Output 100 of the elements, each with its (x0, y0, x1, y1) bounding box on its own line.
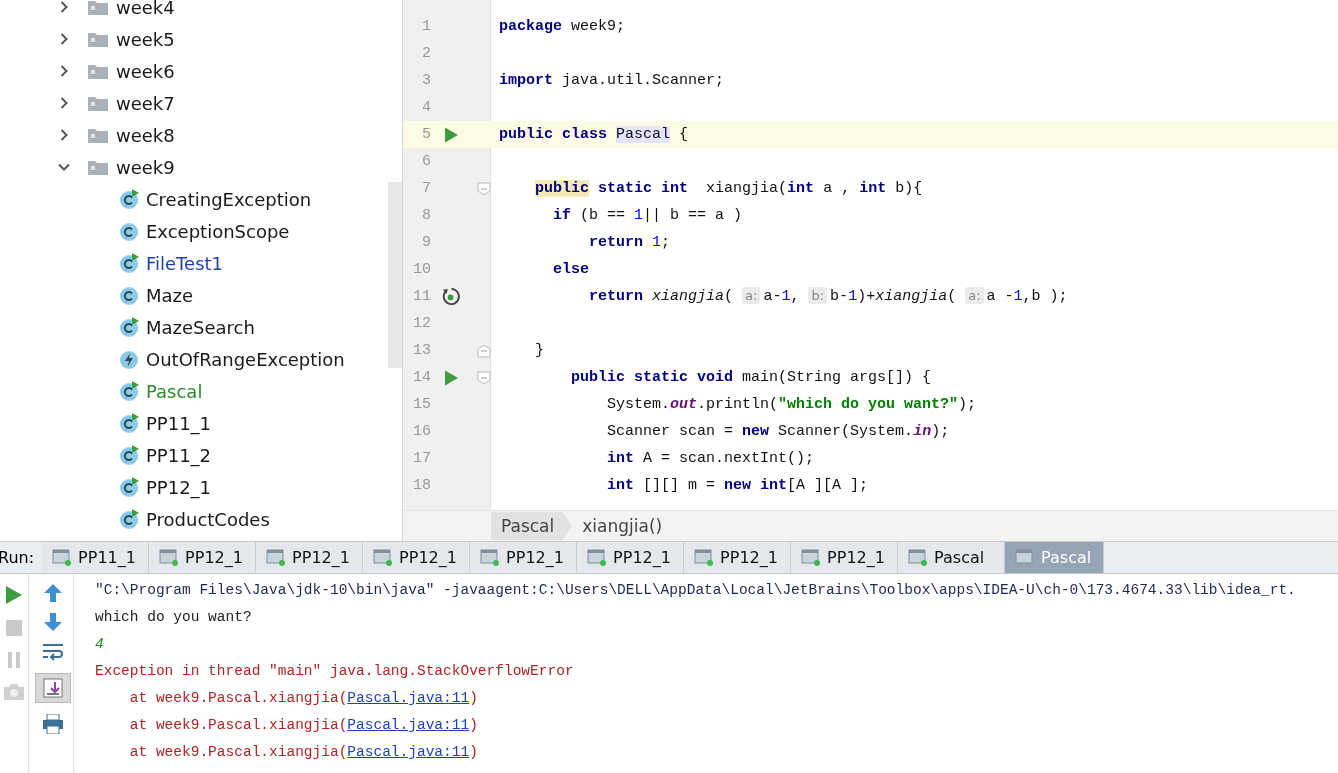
line-number: 16 (412, 423, 431, 440)
chevron-icon[interactable] (58, 161, 70, 173)
run-tab[interactable]: PP12_1 (149, 542, 257, 573)
folder-name[interactable]: week6 (116, 60, 175, 82)
class-name[interactable]: MazeSearch (146, 316, 255, 338)
window-icon (587, 548, 608, 567)
folder-name[interactable]: week9 (116, 156, 175, 178)
window-icon (1015, 548, 1036, 567)
class-icon (119, 477, 139, 497)
lightning-class-icon (119, 349, 139, 369)
breadcrumb[interactable]: Pascal (491, 512, 573, 540)
line-number: 6 (421, 153, 431, 170)
class-name[interactable]: ExceptionScope (146, 220, 290, 242)
code-line: int A = scan.nextInt(); (606, 450, 815, 467)
line-number: 18 (412, 477, 431, 494)
breadcrumb[interactable]: xiangjia() (572, 512, 675, 540)
line-number: 9 (421, 234, 431, 251)
folder-icon (88, 63, 108, 79)
folder-name[interactable]: week7 (116, 92, 175, 114)
class-name[interactable]: PP11_1 (146, 412, 212, 434)
run-tab[interactable]: PP12_1 (363, 542, 471, 573)
folder-name[interactable]: week5 (116, 28, 175, 50)
window-icon (52, 548, 73, 567)
source-link[interactable]: Pascal.java:11 (347, 744, 470, 760)
line-number: 17 (412, 450, 431, 467)
soft-wrap-icon[interactable] (42, 642, 64, 662)
code-line: package week9; (498, 18, 626, 35)
console-line: 4 (95, 635, 105, 654)
scroll-to-end-icon (43, 678, 63, 698)
code-line: else (552, 261, 590, 278)
class-name[interactable]: PP12_1 (146, 476, 212, 498)
print-icon[interactable] (42, 714, 64, 734)
line-number: 14 (412, 369, 431, 386)
code-line: System.out.println("which do you want?"); (606, 396, 977, 413)
console-line: at week9.Pascal.xiangjia(Pascal.java:11) (128, 716, 479, 735)
line-number: 12 (412, 315, 431, 332)
chevron-icon[interactable] (58, 65, 70, 77)
scroll-to-end-button[interactable] (35, 673, 71, 703)
class-icon (119, 285, 139, 305)
code-line: if (b == 1|| b == a ) (552, 207, 743, 224)
class-name[interactable]: Pascal (146, 380, 203, 402)
class-name[interactable]: FileTest1 (146, 252, 224, 274)
line-number: 15 (412, 396, 431, 413)
chevron-icon[interactable] (58, 129, 70, 141)
console-line: which do you want? (95, 608, 253, 627)
class-icon (119, 317, 139, 337)
run-tab[interactable]: Pascal (898, 542, 1006, 573)
class-icon (119, 445, 139, 465)
window-icon (694, 548, 715, 567)
run-tab[interactable]: PP12_1 (577, 542, 685, 573)
source-link[interactable]: Pascal.java:11 (347, 717, 470, 733)
code-line: return 1; (588, 234, 671, 251)
window-icon (480, 548, 501, 567)
folder-name[interactable]: week4 (116, 0, 175, 18)
window-icon (266, 548, 287, 567)
line-number: 8 (421, 207, 431, 224)
class-icon (119, 253, 139, 273)
class-name[interactable]: OutOfRangeException (146, 348, 345, 370)
folder-icon (88, 127, 108, 143)
scrollbar[interactable] (388, 182, 402, 368)
class-name[interactable]: ProductCodes (146, 508, 270, 530)
code-line: import java.util.Scanner; (498, 72, 725, 89)
run-icon[interactable] (444, 126, 458, 143)
line-number: 4 (421, 99, 431, 116)
run-tab[interactable]: PP12_1 (684, 542, 792, 573)
window-icon (801, 548, 822, 567)
run-tab[interactable]: PP12_1 (256, 542, 364, 573)
code-line: int [][] m = new int[A ][A ]; (606, 477, 869, 494)
down-arrow-icon[interactable] (44, 613, 62, 631)
source-link[interactable]: Pascal.java:11 (347, 690, 470, 706)
run-icon[interactable] (6, 586, 22, 604)
up-arrow-icon[interactable] (44, 584, 62, 602)
run-label: Run: (0, 547, 36, 569)
chevron-icon[interactable] (58, 97, 70, 109)
window-icon (159, 548, 180, 567)
code-line: public class Pascal { (498, 126, 689, 143)
run-tab[interactable]: PP12_1 (791, 542, 899, 573)
window-icon (908, 548, 929, 567)
folder-icon (88, 31, 108, 47)
code-line: return xiangjia( a: a-1, b: b-1)+xiangjia( a: a -1,b ); (588, 288, 1068, 305)
folder-name[interactable]: week8 (116, 124, 175, 146)
run-icon[interactable] (444, 369, 458, 386)
window-icon (373, 548, 394, 567)
code-line: public static void main(String args[]) { (570, 369, 932, 386)
run-tab[interactable]: PP12_1 (470, 542, 578, 573)
code-line: Scanner scan = new Scanner(System.in); (606, 423, 950, 440)
line-number: 1 (421, 18, 431, 35)
run-tab[interactable]: PP11_1 (42, 542, 150, 573)
chevron-icon[interactable] (58, 1, 70, 13)
line-number: 11 (412, 288, 431, 305)
line-number: 7 (421, 180, 431, 197)
class-name[interactable]: PP11_2 (146, 444, 212, 466)
line-number: 13 (412, 342, 431, 359)
class-icon (119, 381, 139, 401)
line-number: 5 (421, 126, 431, 143)
class-name[interactable]: CreatingException (146, 188, 312, 210)
class-name[interactable]: Maze (146, 284, 194, 306)
folder-icon (88, 159, 108, 175)
chevron-icon[interactable] (58, 33, 70, 45)
console-line: Exception in thread "main" java.lang.StackOverflowError (95, 662, 575, 681)
